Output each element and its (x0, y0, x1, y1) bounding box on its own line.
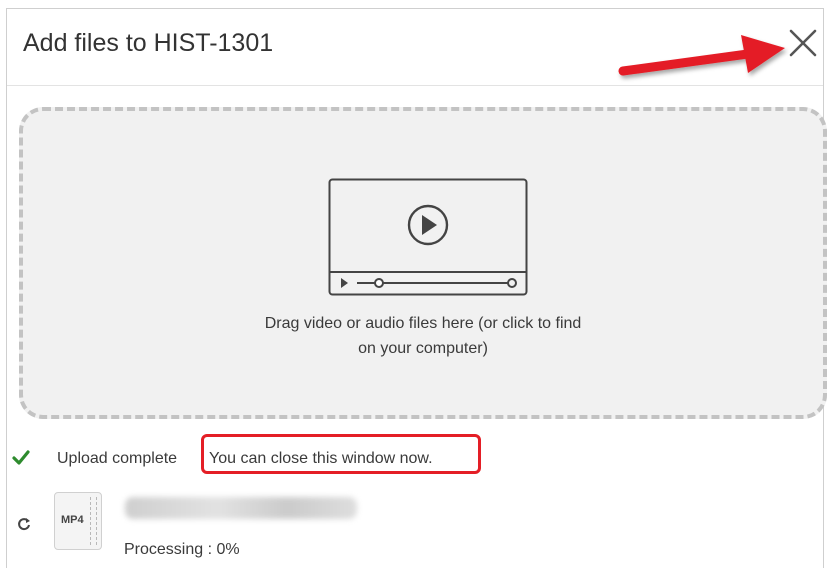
upload-status: Upload complete You can close this windo… (7, 434, 607, 474)
close-icon (789, 29, 817, 57)
file-name-redacted (125, 497, 357, 519)
dialog-header: Add files to HIST-1301 (7, 9, 823, 86)
refresh-icon (18, 518, 30, 531)
video-player-icon (328, 178, 528, 296)
close-window-message: You can close this window now. (209, 450, 433, 467)
drop-instructions-line1: Drag video or audio files here (or click… (264, 315, 582, 332)
file-drop-zone[interactable]: Drag video or audio files here (or click… (19, 107, 827, 419)
close-button[interactable] (785, 23, 821, 63)
checkmark-icon (12, 450, 30, 465)
file-type-label: MP4 (61, 514, 84, 526)
mp4-file-icon: MP4 (54, 492, 102, 550)
file-item: MP4 Processing : 0% (7, 487, 607, 567)
drop-instructions: Drag video or audio files here (or click… (23, 311, 823, 361)
film-strip (90, 497, 97, 545)
dialog-title: Add files to HIST-1301 (23, 29, 274, 57)
upload-complete-text: Upload complete (57, 450, 178, 467)
processing-status: Processing : 0% (124, 541, 240, 558)
drop-instructions-line2: on your computer) (358, 340, 488, 357)
add-files-dialog: Add files to HIST-1301 Drag video or aud… (6, 8, 827, 568)
